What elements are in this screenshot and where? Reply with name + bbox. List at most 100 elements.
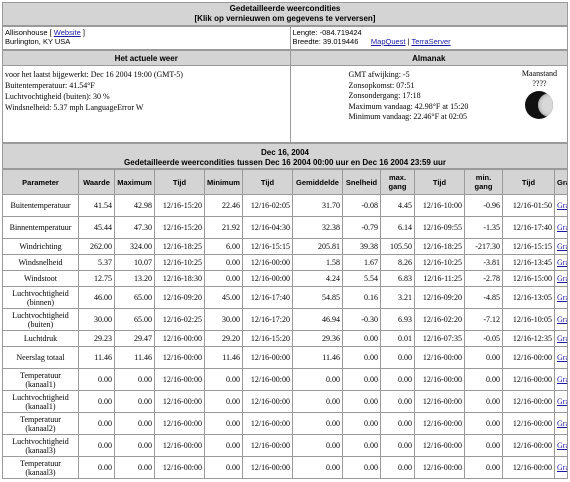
table-cell: 12/16-02:20 [414, 308, 465, 331]
table-cell: -0.96 [464, 194, 503, 217]
graph-link[interactable]: Graph [557, 315, 567, 324]
table-cell: 1.67 [342, 254, 381, 271]
table-cell: 12/16-00:00 [242, 270, 293, 287]
table-cell: 0.00 [380, 346, 415, 369]
column-header: min. gang [464, 169, 503, 195]
table-cell: 12/16-00:00 [414, 456, 465, 479]
table-cell: 11.46 [204, 346, 243, 369]
current-weather-heading: Het actuele weer [2, 50, 291, 66]
table-cell: 12/16-00:00 [242, 412, 293, 435]
graph-link[interactable]: Graph [557, 258, 567, 267]
graph-link[interactable]: Graph [557, 242, 567, 251]
table-cell: 29.23 [78, 330, 115, 347]
table-cell: 0.00 [342, 368, 381, 391]
page-title: Gedetailleerde weercondities [229, 4, 341, 13]
table-cell: 0.00 [464, 434, 503, 457]
table-cell: 0.16 [342, 286, 381, 309]
table-cell: 12/16-01:50 [502, 194, 555, 217]
table-cell: 0.00 [204, 368, 243, 391]
table-cell: 0.00 [114, 368, 155, 391]
table-cell: -4.85 [464, 286, 503, 309]
graph-cell: Graph [554, 238, 568, 255]
table-cell: 12/16-18:30 [154, 270, 205, 287]
sunrise: Zonsopkomst: 07:51 [348, 80, 415, 90]
table-cell: 12/16-00:00 [414, 412, 465, 435]
graph-link[interactable]: Graph [557, 397, 567, 406]
table-cell: 45.00 [204, 286, 243, 309]
table-cell: -0.08 [342, 194, 381, 217]
table-cell: 12/16-15:20 [154, 194, 205, 217]
detail-subtitle: Gedetailleerde weercondities tussen Dec … [124, 157, 446, 167]
table-body: Buitentemperatuur 41.54 42.98 12/16-15:20 22… [2, 194, 568, 479]
detail-date: Dec 16, 2004 [260, 148, 310, 157]
table-cell: 30.00 [78, 308, 115, 331]
table-cell: 12/16-10:25 [414, 254, 465, 271]
parameter-name: Temperatuur (kanaal1) [2, 368, 79, 391]
table-cell: 0.00 [342, 456, 381, 479]
parameter-name: Neerslag totaal [2, 346, 79, 369]
table-cell: 0.00 [342, 330, 381, 347]
table-cell: 0.00 [204, 270, 243, 287]
table-cell: 324.00 [114, 238, 155, 255]
graph-link[interactable]: Graph [557, 375, 567, 384]
graph-link[interactable]: Graph [557, 334, 567, 343]
website-link[interactable]: Website [54, 28, 81, 37]
table-cell: 12/16-00:00 [502, 346, 555, 369]
table-cell: 0.00 [380, 390, 415, 413]
coordinates-cell: Lengte: -084.719424 Breedte: 39.019446 M… [289, 26, 568, 50]
table-cell: 12/16-17:40 [242, 286, 293, 309]
table-cell: 0.00 [292, 412, 343, 435]
parameter-name: Binnentemperatuur [2, 216, 79, 239]
table-cell: 12/16-00:00 [154, 346, 205, 369]
graph-cell: Graph [554, 286, 568, 309]
column-header: Gemiddelde [292, 169, 343, 195]
parameter-name: Windstoot [2, 270, 79, 287]
table-cell: 12/16-15:15 [502, 238, 555, 255]
table-cell: -3.81 [464, 254, 503, 271]
table-cell: 29.47 [114, 330, 155, 347]
table-cell: 12/16-00:00 [414, 368, 465, 391]
gmt-offset: GMT afwijking: -5 [348, 70, 410, 79]
table-cell: 65.00 [114, 286, 155, 309]
min-today: Minimum vandaag: 22.46°F at 02:05 [348, 112, 468, 121]
table-cell: 47.30 [114, 216, 155, 239]
table-cell: 12/16-00:00 [242, 368, 293, 391]
table-cell: 105.50 [380, 238, 415, 255]
outdoor-temperature: Buitentemperatuur: 41.54°F [5, 81, 95, 90]
table-row: Temperatuur (kanaal2) 0.00 0.00 12/16-00:00… [2, 412, 568, 435]
table-cell: 12/16-00:00 [154, 330, 205, 347]
header-cell: Gedetailleerde weercondities [Klik op ve… [2, 2, 568, 26]
graph-cell: Graph [554, 368, 568, 391]
table-cell: 0.00 [342, 390, 381, 413]
graph-link[interactable]: Graph [557, 274, 567, 283]
table-cell: 12/16-09:20 [414, 286, 465, 309]
table-cell: 45.44 [78, 216, 115, 239]
table-cell: 11.46 [114, 346, 155, 369]
outdoor-humidity: Luchtvochtigheid (buiten): 30 % [5, 92, 110, 101]
parameter-name: Temperatuur (kanaal2) [2, 412, 79, 435]
terraserver-link[interactable]: TerraServer [412, 37, 451, 46]
graph-link[interactable]: Graph [557, 419, 567, 428]
graph-link[interactable]: Graph [557, 463, 567, 472]
table-cell: 0.00 [292, 390, 343, 413]
graph-link[interactable]: Graph [557, 223, 567, 232]
table-cell: 0.00 [78, 368, 115, 391]
graph-cell: Graph [554, 308, 568, 331]
graph-link[interactable]: Graph [557, 201, 567, 210]
table-cell: 12/16-15:00 [502, 270, 555, 287]
table-cell: 54.85 [292, 286, 343, 309]
table-cell: 6.83 [380, 270, 415, 287]
table-cell: 4.45 [380, 194, 415, 217]
table-cell: 12/16-10:25 [154, 254, 205, 271]
table-cell: 6.93 [380, 308, 415, 331]
column-header: Tijd [414, 169, 465, 195]
parameter-name: Luchtvochtigheid (kanaal3) [2, 434, 79, 457]
table-cell: 0.00 [204, 434, 243, 457]
graph-link[interactable]: Graph [557, 441, 567, 450]
graph-link[interactable]: Graph [557, 293, 567, 302]
table-cell: 12.75 [78, 270, 115, 287]
mapquest-link[interactable]: MapQuest [371, 37, 406, 46]
graph-link[interactable]: Graph [557, 353, 567, 362]
table-cell: 6.14 [380, 216, 415, 239]
table-cell: 12/16-00:00 [154, 456, 205, 479]
